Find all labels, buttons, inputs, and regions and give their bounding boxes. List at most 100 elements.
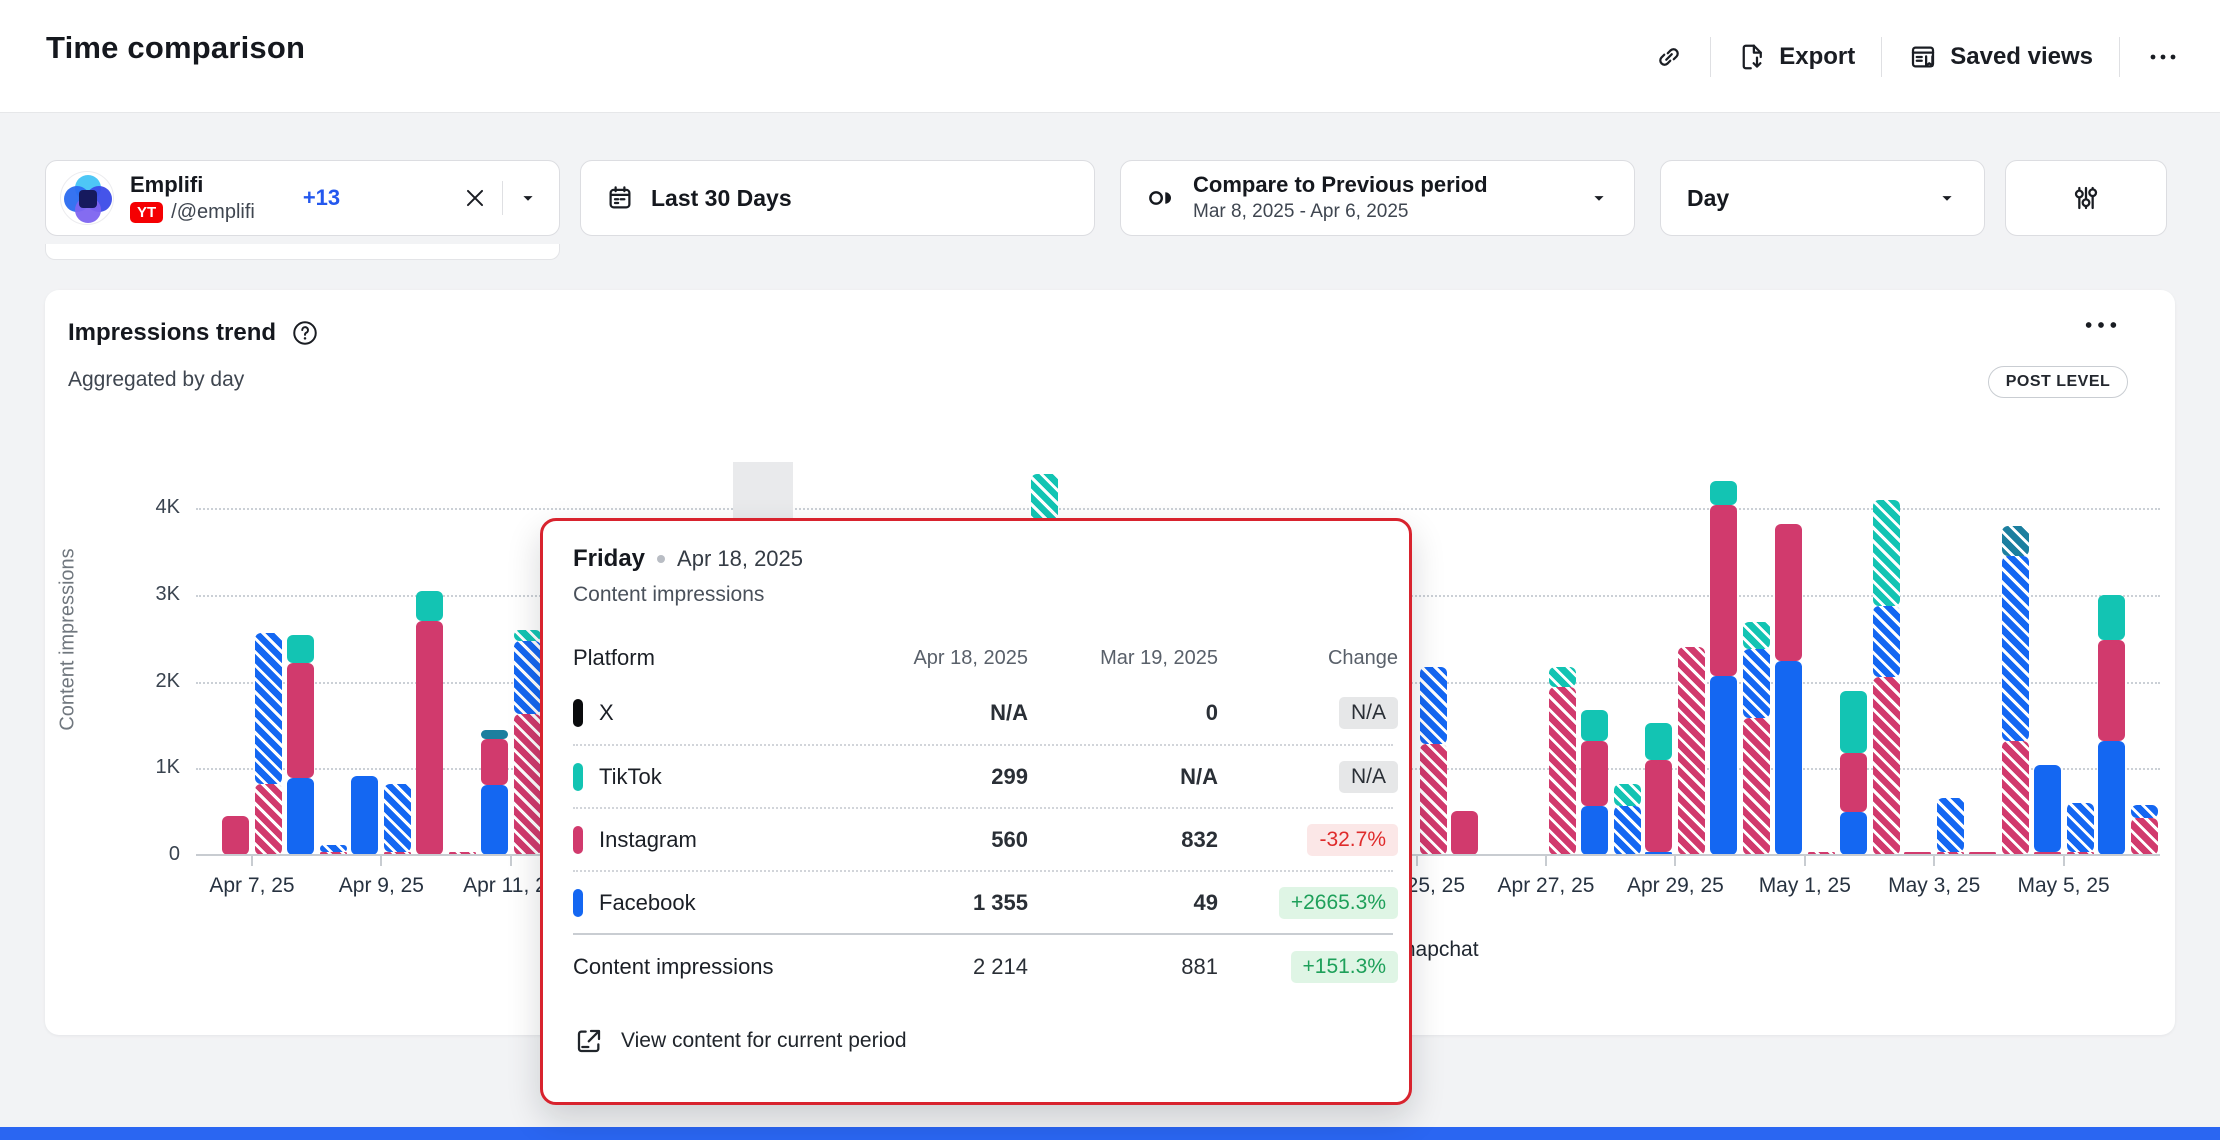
dot-separator [657, 555, 665, 563]
stacked-filter-peek [45, 244, 560, 260]
current-bar-segment-tt[interactable] [1840, 691, 1867, 753]
current-bar-segment-tt[interactable] [416, 591, 443, 621]
previous-bar-segment-tt[interactable] [1743, 622, 1770, 649]
previous-bar-segment-fb[interactable] [2067, 803, 2094, 852]
compare-range: Mar 8, 2025 - Apr 6, 2025 [1193, 201, 1488, 224]
current-bar-segment-ig[interactable] [416, 621, 443, 855]
current-bar-segment-tt[interactable] [2098, 595, 2125, 640]
current-bar-segment-fb[interactable] [351, 776, 378, 855]
current-bar-segment-fb[interactable] [481, 785, 508, 855]
granularity-select[interactable]: Day [1660, 160, 1985, 236]
compare-filter[interactable]: Compare to Previous period Mar 8, 2025 -… [1120, 160, 1635, 236]
current-bar-segment-ig[interactable] [1645, 760, 1672, 852]
current-bar-segment-fb[interactable] [1710, 676, 1737, 855]
x-tick-mark [2063, 856, 2065, 866]
col-current-date: Apr 18, 2025 [873, 647, 1028, 670]
previous-bar-segment-fb[interactable] [255, 633, 282, 784]
platform-cell: TikTok [573, 763, 873, 791]
current-bar-segment-ig[interactable] [1710, 505, 1737, 676]
export-icon [1737, 42, 1767, 72]
current-bar-segment-ig[interactable] [1451, 811, 1478, 855]
previous-bar-segment-dk[interactable] [2002, 526, 2029, 555]
previous-value: 0 [1028, 700, 1218, 726]
current-bar-segment-tt[interactable] [1581, 710, 1608, 741]
previous-bar-segment-fb[interactable] [1743, 649, 1770, 718]
x-tick-label: Apr 27, 25 [1476, 874, 1616, 898]
current-bar-segment-tt[interactable] [287, 635, 314, 664]
date-range-filter[interactable]: Last 30 Days [580, 160, 1095, 236]
change-badge: +2665.3% [1279, 887, 1398, 919]
previous-bar-segment-ig[interactable] [2002, 741, 2029, 855]
view-content-label: View content for current period [621, 1029, 907, 1053]
current-bar-segment-ig[interactable] [2098, 640, 2125, 741]
more-menu-button[interactable] [2146, 42, 2180, 72]
y-tick-label: 2K [110, 670, 180, 693]
widget-menu-button[interactable] [2080, 310, 2122, 340]
current-bar-segment-fb[interactable] [1840, 812, 1867, 855]
share-link-button[interactable] [1654, 42, 1684, 72]
previous-bar-segment-fb[interactable] [1873, 606, 1900, 677]
clear-profiles-icon[interactable] [462, 185, 488, 211]
x-tick-mark [380, 856, 382, 866]
chart-settings-button[interactable] [2005, 160, 2167, 236]
y-tick-label: 4K [110, 496, 180, 519]
x-tick-label: Apr 29, 25 [1605, 874, 1745, 898]
total-label: Content impressions [573, 954, 873, 980]
previous-bar-segment-ig[interactable] [255, 784, 282, 855]
previous-bar-segment-fb[interactable] [2131, 805, 2158, 818]
current-bar-segment-tt[interactable] [1645, 723, 1672, 760]
previous-bar-segment-tt[interactable] [1873, 500, 1900, 606]
previous-bar-segment-fb[interactable] [1937, 798, 1964, 853]
change-badge: N/A [1339, 761, 1398, 793]
previous-bar-segment-fb[interactable] [2002, 556, 2029, 742]
current-bar-segment-fb[interactable] [287, 778, 314, 855]
current-bar-segment-dk[interactable] [481, 730, 508, 739]
previous-bar-segment-ig[interactable] [1420, 744, 1447, 855]
current-bar-segment-ig[interactable] [481, 739, 508, 785]
previous-bar-segment-tt[interactable] [1549, 667, 1576, 687]
previous-bar-segment-ig[interactable] [1873, 677, 1900, 855]
current-bar-segment-ig[interactable] [1581, 741, 1608, 806]
current-bar-segment-fb[interactable] [2098, 741, 2125, 855]
previous-bar-segment-ig[interactable] [2131, 818, 2158, 855]
current-bar-segment-fb[interactable] [1775, 661, 1802, 855]
export-label: Export [1779, 43, 1855, 71]
previous-bar-segment-tt[interactable] [1614, 784, 1641, 807]
platform-name: Instagram [599, 827, 697, 853]
current-bar-segment-ig[interactable] [287, 663, 314, 777]
date-range-label: Last 30 Days [651, 185, 792, 212]
saved-views-button[interactable]: Saved views [1908, 42, 2093, 72]
current-value: N/A [873, 700, 1028, 726]
profile-filter[interactable]: Emplifi YT /@emplifi +13 [45, 160, 560, 236]
previous-bar-segment-tt[interactable] [514, 630, 541, 640]
previous-bar-segment-fb[interactable] [384, 784, 411, 852]
previous-bar-segment-fb[interactable] [1420, 667, 1447, 744]
time-comparison-page: Time comparison [0, 0, 2220, 1140]
current-bar-segment-ig[interactable] [1840, 753, 1867, 812]
chevron-down-icon [1936, 187, 1958, 209]
previous-bar-segment-ig[interactable] [1678, 647, 1705, 855]
more-profiles-count[interactable]: +13 [303, 185, 340, 211]
export-button[interactable]: Export [1737, 42, 1855, 72]
previous-bar-segment-ig[interactable] [1549, 687, 1576, 855]
tooltip-metric: Content impressions [573, 583, 1393, 607]
view-content-link[interactable]: View content for current period [573, 1025, 1393, 1057]
previous-bar-segment-ig[interactable] [514, 714, 541, 855]
total-change-badge: +151.3% [1291, 951, 1399, 983]
change-badge: N/A [1339, 697, 1398, 729]
current-bar-segment-fb[interactable] [2034, 765, 2061, 853]
current-bar-segment-ig[interactable] [222, 816, 249, 855]
previous-value: N/A [1028, 764, 1218, 790]
previous-bar-segment-fb[interactable] [320, 845, 347, 852]
chevron-down-icon[interactable] [517, 187, 539, 209]
change-cell: N/A [1218, 761, 1398, 793]
current-bar-segment-tt[interactable] [1710, 481, 1737, 504]
help-icon[interactable] [290, 318, 320, 348]
previous-bar-segment-fb[interactable] [1614, 806, 1641, 855]
col-previous-date: Mar 19, 2025 [1028, 647, 1218, 670]
previous-bar-segment-ig[interactable] [1743, 718, 1770, 855]
previous-bar-segment-fb[interactable] [514, 641, 541, 714]
current-bar-segment-fb[interactable] [1581, 806, 1608, 855]
current-bar-segment-ig[interactable] [1775, 524, 1802, 661]
x-tick-mark [1804, 856, 1806, 866]
